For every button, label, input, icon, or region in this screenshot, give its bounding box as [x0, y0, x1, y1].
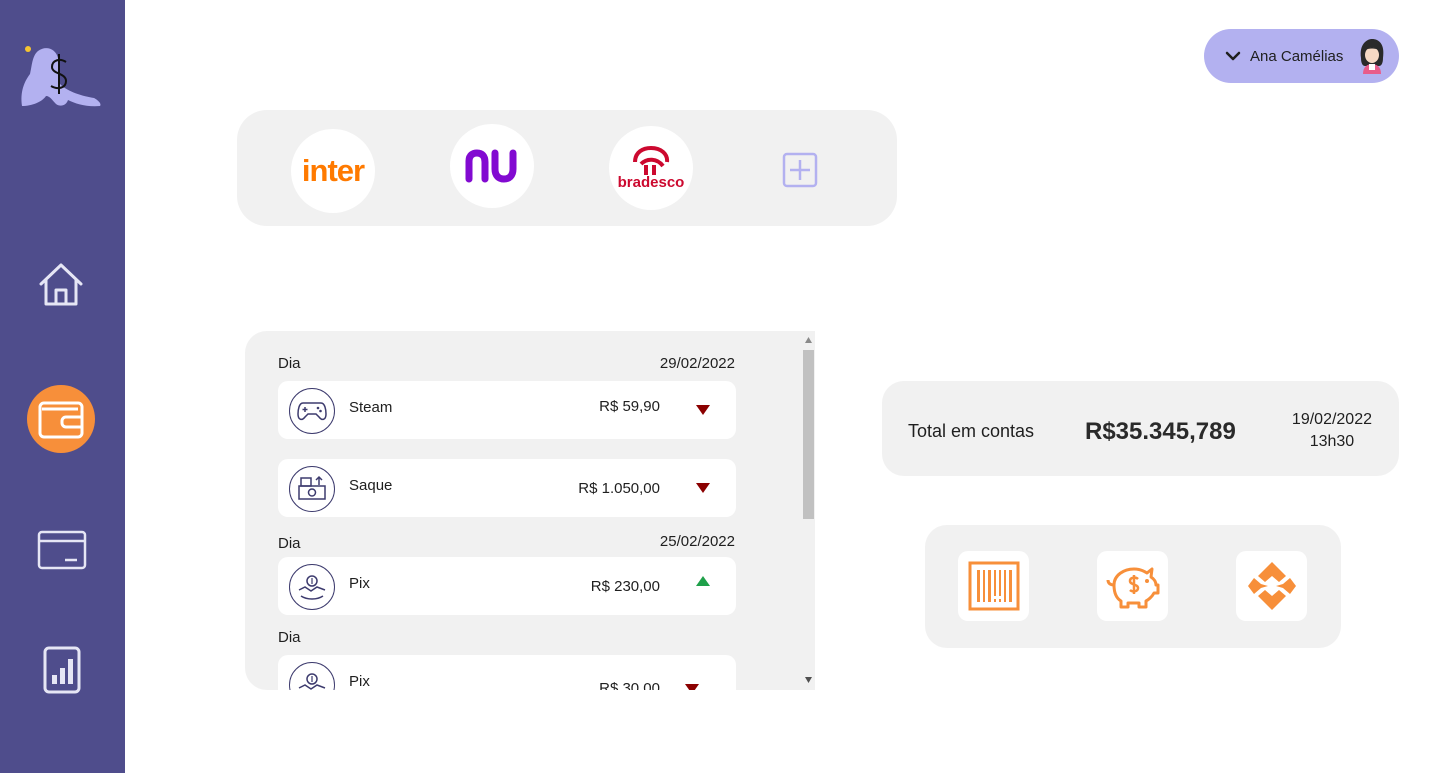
withdraw-cash-icon — [289, 466, 335, 512]
boleto-button[interactable] — [958, 551, 1029, 621]
add-bank-icon[interactable] — [782, 152, 818, 188]
transaction-name: Pix — [349, 673, 370, 690]
nav-wallet[interactable] — [27, 385, 95, 453]
scroll-thumb[interactable] — [803, 350, 814, 519]
arrow-down-icon — [696, 483, 710, 493]
arrow-down-icon — [685, 684, 699, 690]
transaction-item[interactable]: Pix R$ 30,00 — [278, 655, 736, 690]
transaction-item[interactable]: Steam R$ 59,90 — [278, 381, 736, 439]
bank-bradesco[interactable]: bradesco — [609, 126, 693, 210]
sidebar — [0, 0, 125, 773]
bank-bradesco-label: bradesco — [617, 173, 685, 191]
chevron-down-icon — [1225, 51, 1241, 61]
arrow-down-icon — [696, 405, 710, 415]
transaction-item[interactable]: Saque R$ 1.050,00 — [278, 459, 736, 517]
bank-accounts-panel: inter bradesco — [237, 110, 897, 226]
bank-inter-logo: inter — [301, 153, 365, 188]
wallet-icon — [38, 401, 84, 439]
bank-nubank-logo — [465, 149, 517, 183]
transaction-amount: R$ 59,90 — [599, 398, 660, 415]
bank-inter[interactable]: inter — [291, 129, 375, 213]
arrow-up-icon — [696, 576, 710, 586]
transaction-amount: R$ 1.050,00 — [578, 480, 660, 497]
handshake-money-icon — [289, 662, 335, 690]
user-menu[interactable]: Ana Camélias — [1204, 29, 1399, 83]
transaction-name: Saque — [349, 477, 393, 494]
transactions-list: Dia 29/02/2022 Steam R$ 59,90 Saque R$ 1… — [245, 331, 815, 690]
gamepad-icon — [289, 388, 335, 434]
seal-dollar-logo — [16, 40, 104, 112]
day-date: 25/02/2022 — [659, 533, 735, 550]
total-balance-card: Total em contas R$35.345,789 19/02/2022 … — [882, 381, 1399, 476]
transaction-name: Steam — [349, 399, 393, 416]
pix-icon — [1247, 562, 1296, 610]
transaction-amount: R$ 30,00 — [599, 680, 660, 690]
savings-button[interactable] — [1097, 551, 1168, 621]
day-date: 29/02/2022 — [659, 355, 735, 372]
card-icon — [37, 530, 87, 570]
bradesco-emblem-icon — [633, 145, 670, 175]
day-label: Dia — [278, 355, 301, 372]
day-label: Dia — [278, 629, 301, 646]
nav-card[interactable] — [36, 528, 88, 572]
pix-button[interactable] — [1236, 551, 1307, 621]
transaction-item[interactable]: Pix R$ 230,00 — [278, 557, 736, 615]
piggy-bank-icon — [1106, 567, 1159, 609]
bank-nubank[interactable] — [450, 124, 534, 208]
report-icon — [43, 646, 81, 694]
transaction-name: Pix — [349, 575, 370, 592]
day-label: Dia — [278, 535, 301, 552]
quick-actions-panel — [925, 525, 1341, 648]
handshake-money-icon — [289, 564, 335, 610]
total-time: 13h30 — [1309, 433, 1355, 450]
nav-report[interactable] — [40, 645, 84, 695]
avatar — [1360, 39, 1384, 74]
nav-home[interactable] — [37, 260, 85, 308]
transactions-scrollbar[interactable] — [802, 331, 815, 690]
user-name: Ana Camélias — [1250, 47, 1344, 65]
total-label: Total em contas — [908, 421, 1035, 441]
home-icon — [39, 263, 83, 306]
barcode-icon — [968, 561, 1019, 611]
transaction-amount: R$ 230,00 — [590, 578, 660, 595]
total-timestamp: 19/02/2022 13h30 — [1292, 409, 1372, 453]
total-value: R$35.345,789 — [1085, 418, 1236, 445]
scroll-down-arrow-icon[interactable] — [805, 677, 812, 683]
scroll-up-arrow-icon[interactable] — [805, 337, 812, 343]
total-date: 19/02/2022 — [1291, 411, 1372, 428]
